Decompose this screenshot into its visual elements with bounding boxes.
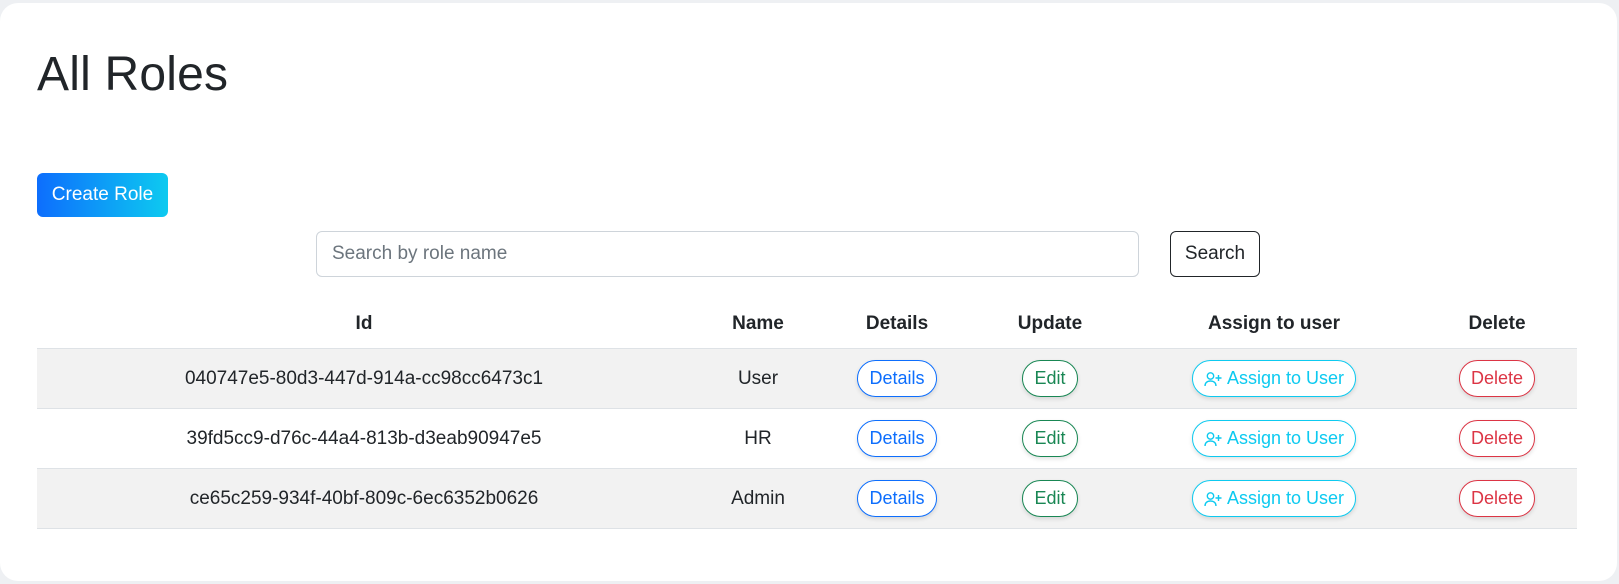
header-delete: Delete	[1417, 299, 1577, 349]
assign-to-user-button[interactable]: Assign to User	[1191, 480, 1357, 517]
main-card: All Roles Create Role Search Id Name Det…	[0, 3, 1617, 581]
role-id-cell: 39fd5cc9-d76c-44a4-813b-d3eab90947e5	[37, 408, 691, 469]
role-name-cell: Admin	[691, 468, 825, 529]
table-row: 040747e5-80d3-447d-914a-cc98cc6473c1 Use…	[37, 348, 1577, 409]
assign-label: Assign to User	[1226, 488, 1345, 508]
edit-button[interactable]: Edit	[1022, 480, 1078, 517]
header-name: Name	[691, 299, 825, 349]
details-button[interactable]: Details	[857, 360, 937, 397]
delete-button[interactable]: Delete	[1458, 360, 1536, 397]
edit-button[interactable]: Edit	[1022, 420, 1078, 457]
header-update: Update	[969, 299, 1131, 349]
page-title: All Roles	[37, 48, 229, 101]
person-plus-icon	[1204, 491, 1222, 506]
assign-to-user-button[interactable]: Assign to User	[1191, 420, 1357, 457]
details-button[interactable]: Details	[857, 420, 937, 457]
details-button[interactable]: Details	[857, 480, 937, 517]
role-name-cell: HR	[691, 408, 825, 469]
create-role-button[interactable]: Create Role	[37, 173, 168, 217]
delete-button[interactable]: Delete	[1458, 480, 1536, 517]
header-details: Details	[825, 299, 969, 349]
assign-to-user-button[interactable]: Assign to User	[1191, 360, 1357, 397]
header-assign: Assign to user	[1131, 299, 1417, 349]
search-button[interactable]: Search	[1170, 231, 1260, 277]
roles-table: Id Name Details Update Assign to user De…	[37, 299, 1577, 529]
edit-button[interactable]: Edit	[1022, 360, 1078, 397]
person-plus-icon	[1204, 371, 1222, 386]
person-plus-icon	[1204, 431, 1222, 446]
assign-label: Assign to User	[1226, 428, 1345, 448]
role-id-cell: 040747e5-80d3-447d-914a-cc98cc6473c1	[37, 348, 691, 409]
role-name-cell: User	[691, 348, 825, 409]
search-input[interactable]	[316, 231, 1139, 277]
assign-label: Assign to User	[1226, 368, 1345, 388]
delete-button[interactable]: Delete	[1458, 420, 1536, 457]
table-row: 39fd5cc9-d76c-44a4-813b-d3eab90947e5 HR …	[37, 408, 1577, 469]
table-header-row: Id Name Details Update Assign to user De…	[37, 299, 1577, 349]
header-id: Id	[37, 299, 691, 349]
table-row: ce65c259-934f-40bf-809c-6ec6352b0626 Adm…	[37, 468, 1577, 529]
roles-table-container: Id Name Details Update Assign to user De…	[37, 299, 1577, 529]
role-id-cell: ce65c259-934f-40bf-809c-6ec6352b0626	[37, 468, 691, 529]
